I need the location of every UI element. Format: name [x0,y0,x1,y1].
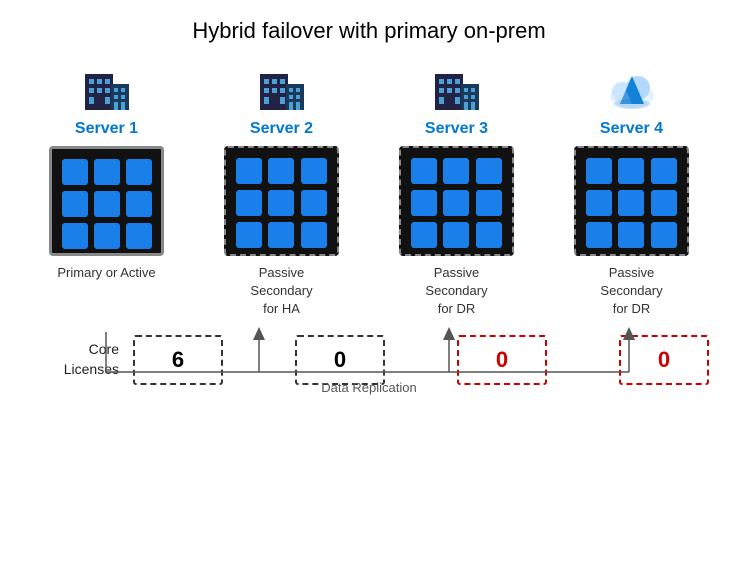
server-desc-2: PassiveSecondaryfor HA [250,264,312,319]
chip-3-5 [443,190,469,216]
cpu-box-1 [49,146,164,256]
server-col-3: Server 3 PassiveSecondaryfor DR [379,62,534,319]
chip-4-6 [651,190,677,216]
license-boxes: 6 0 0 0 [133,335,709,385]
server-col-2: Server 2 PassiveSecondaryfor HA [204,62,359,319]
chip-1-8 [94,223,120,249]
cpu-box-2 [224,146,339,256]
chip-1-9 [126,223,152,249]
chip-4-1 [586,158,612,184]
chip-1-4 [62,191,88,217]
chip-1-2 [94,159,120,185]
chip-4-3 [651,158,677,184]
chip-2-1 [236,158,262,184]
server-desc-3: PassiveSecondaryfor DR [425,264,487,319]
chip-2-5 [268,190,294,216]
azure-cloud-icon [606,62,658,114]
server-name-4: Server 4 [600,120,663,138]
chip-4-8 [618,222,644,248]
chip-1-3 [126,159,152,185]
chip-2-8 [268,222,294,248]
building-icon-3 [431,62,483,114]
chip-2-3 [301,158,327,184]
chip-3-6 [476,190,502,216]
chip-4-4 [586,190,612,216]
chip-1-7 [62,223,88,249]
chip-2-2 [268,158,294,184]
server-col-4: Server 4 PassiveSecondaryfor DR [554,62,709,319]
server-name-3: Server 3 [425,120,488,138]
chip-3-8 [443,222,469,248]
cpu-box-3 [399,146,514,256]
servers-row: Server 1 Primary or Active [29,62,709,319]
building-icon-1 [81,62,133,114]
server-desc-1: Primary or Active [57,264,155,316]
chip-4-7 [586,222,612,248]
chip-3-3 [476,158,502,184]
chip-1-6 [126,191,152,217]
chip-2-9 [301,222,327,248]
chip-1-5 [94,191,120,217]
cpu-box-4 [574,146,689,256]
licenses-label: Core Licenses [29,340,119,379]
server-desc-4: PassiveSecondaryfor DR [600,264,662,319]
licenses-row: Core Licenses 6 0 0 0 [29,335,709,385]
page-title: Hybrid failover with primary on-prem [192,18,545,44]
chip-3-9 [476,222,502,248]
chip-4-5 [618,190,644,216]
license-box-2: 0 [295,335,385,385]
server-name-2: Server 2 [250,120,313,138]
chip-3-1 [411,158,437,184]
server-name-1: Server 1 [75,120,138,138]
license-box-1: 6 [133,335,223,385]
chip-3-2 [443,158,469,184]
chip-2-7 [236,222,262,248]
chip-4-9 [651,222,677,248]
chip-2-6 [301,190,327,216]
chip-1-1 [62,159,88,185]
license-box-3: 0 [457,335,547,385]
chip-3-4 [411,190,437,216]
chip-3-7 [411,222,437,248]
building-icon-2 [256,62,308,114]
server-col-1: Server 1 Primary or Active [29,62,184,316]
page: Hybrid failover with primary on-prem [0,0,738,565]
license-box-4: 0 [619,335,709,385]
chip-2-4 [236,190,262,216]
chip-4-2 [618,158,644,184]
